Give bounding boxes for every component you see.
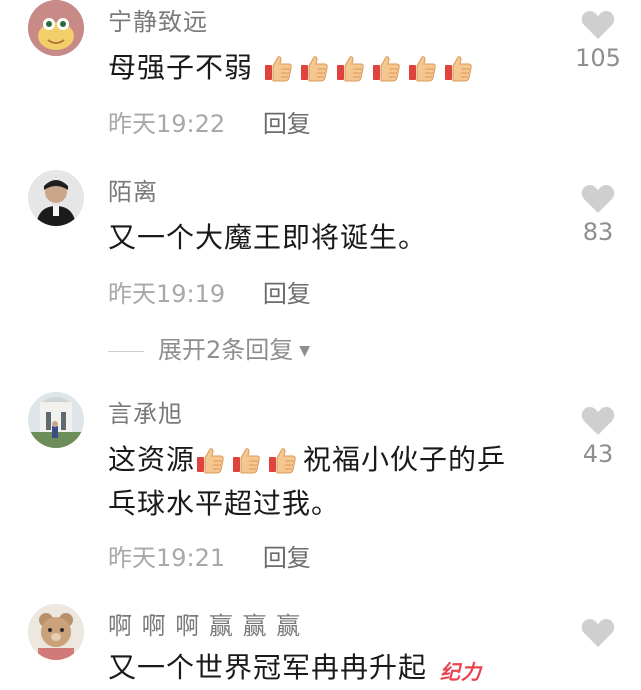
comment-text-part: 祝福小伙子的乒 <box>303 443 507 476</box>
timestamp: 昨天19:19 <box>108 280 226 308</box>
comment-meta: 昨天19:19 回复 <box>108 274 311 309</box>
photo-avatar-icon <box>28 392 84 448</box>
cartoon-avatar-icon <box>28 0 84 56</box>
thumbs-up-emoji-row <box>195 443 303 476</box>
teddy-bear-avatar-icon <box>28 604 84 660</box>
username[interactable]: 宁静致远 <box>108 2 208 37</box>
thumbs-up-emoji-icon <box>197 448 224 474</box>
divider <box>108 350 144 352</box>
comment-text: 母强子不弱 <box>108 46 548 90</box>
like-count: 83 <box>582 218 614 246</box>
thumbs-up-emoji-row <box>263 51 479 84</box>
username[interactable]: 啊 啊 啊 赢 赢 赢 <box>108 606 301 641</box>
thumbs-up-emoji-icon <box>300 56 328 82</box>
comment-text: 这资源 祝福小伙子的乒 乓球水平超过我。 <box>108 438 548 526</box>
watermark-logo: 纪力 <box>440 660 482 684</box>
heart-icon <box>581 407 615 435</box>
comment-text-main: 母强子不弱 <box>108 51 254 84</box>
comment-item: 陌离 又一个大魔王即将诞生。 昨天19:19 回复 83 <box>0 170 641 330</box>
timestamp: 昨天19:22 <box>108 110 226 138</box>
thumbs-up-emoji-icon <box>444 56 472 82</box>
comment-text: 又一个大魔王即将诞生。 <box>108 221 428 254</box>
comment-text: 又一个世界冠军冉冉升起 <box>108 651 428 684</box>
like-count: 43 <box>582 440 614 468</box>
thumbs-up-emoji-icon <box>372 56 400 82</box>
comment-meta: 昨天19:22 回复 <box>108 104 311 139</box>
thumbs-up-emoji-icon <box>233 448 260 474</box>
comment-item: 言承旭 这资源 祝福小伙子的乒 乓球水平超过我。 昨天19:21 回复 43 <box>0 392 641 572</box>
comment-text-part: 乓球水平超过我。 <box>108 487 341 520</box>
like-button[interactable]: 43 <box>572 406 624 468</box>
avatar[interactable] <box>28 604 84 660</box>
username[interactable]: 陌离 <box>108 172 158 207</box>
reply-button[interactable]: 回复 <box>263 544 311 572</box>
like-button[interactable]: 83 <box>572 184 624 246</box>
comment-item: 宁静致远 母强子不弱 昨天19:22 回复 105 <box>0 0 641 160</box>
heart-icon <box>581 185 615 213</box>
reply-button[interactable]: 回复 <box>263 280 311 308</box>
expand-replies-label: 展开2条回复 <box>158 336 294 364</box>
avatar[interactable] <box>28 170 84 226</box>
heart-icon <box>581 619 615 647</box>
thumbs-up-emoji-icon <box>408 56 436 82</box>
expand-replies-button[interactable]: 展开2条回复 ▼ <box>108 330 310 365</box>
thumbs-up-emoji-icon <box>336 56 364 82</box>
timestamp: 昨天19:21 <box>108 544 226 572</box>
reply-button[interactable]: 回复 <box>263 110 311 138</box>
comment-item: 啊 啊 啊 赢 赢 赢 又一个世界冠军冉冉升起 <box>0 604 641 687</box>
comment-meta: 昨天19:21 回复 <box>108 538 311 573</box>
comment-text-part: 这资源 <box>108 443 196 476</box>
thumbs-up-emoji-icon <box>269 448 296 474</box>
caret-down-icon: ▼ <box>299 343 311 359</box>
avatar[interactable] <box>28 392 84 448</box>
like-button[interactable]: 105 <box>572 10 624 72</box>
like-count: 105 <box>575 44 621 72</box>
username[interactable]: 言承旭 <box>108 394 183 429</box>
like-button[interactable] <box>572 618 624 648</box>
heart-icon <box>581 11 615 39</box>
thumbs-up-emoji-icon <box>264 56 292 82</box>
avatar[interactable] <box>28 0 84 56</box>
person-avatar-icon <box>28 170 84 226</box>
